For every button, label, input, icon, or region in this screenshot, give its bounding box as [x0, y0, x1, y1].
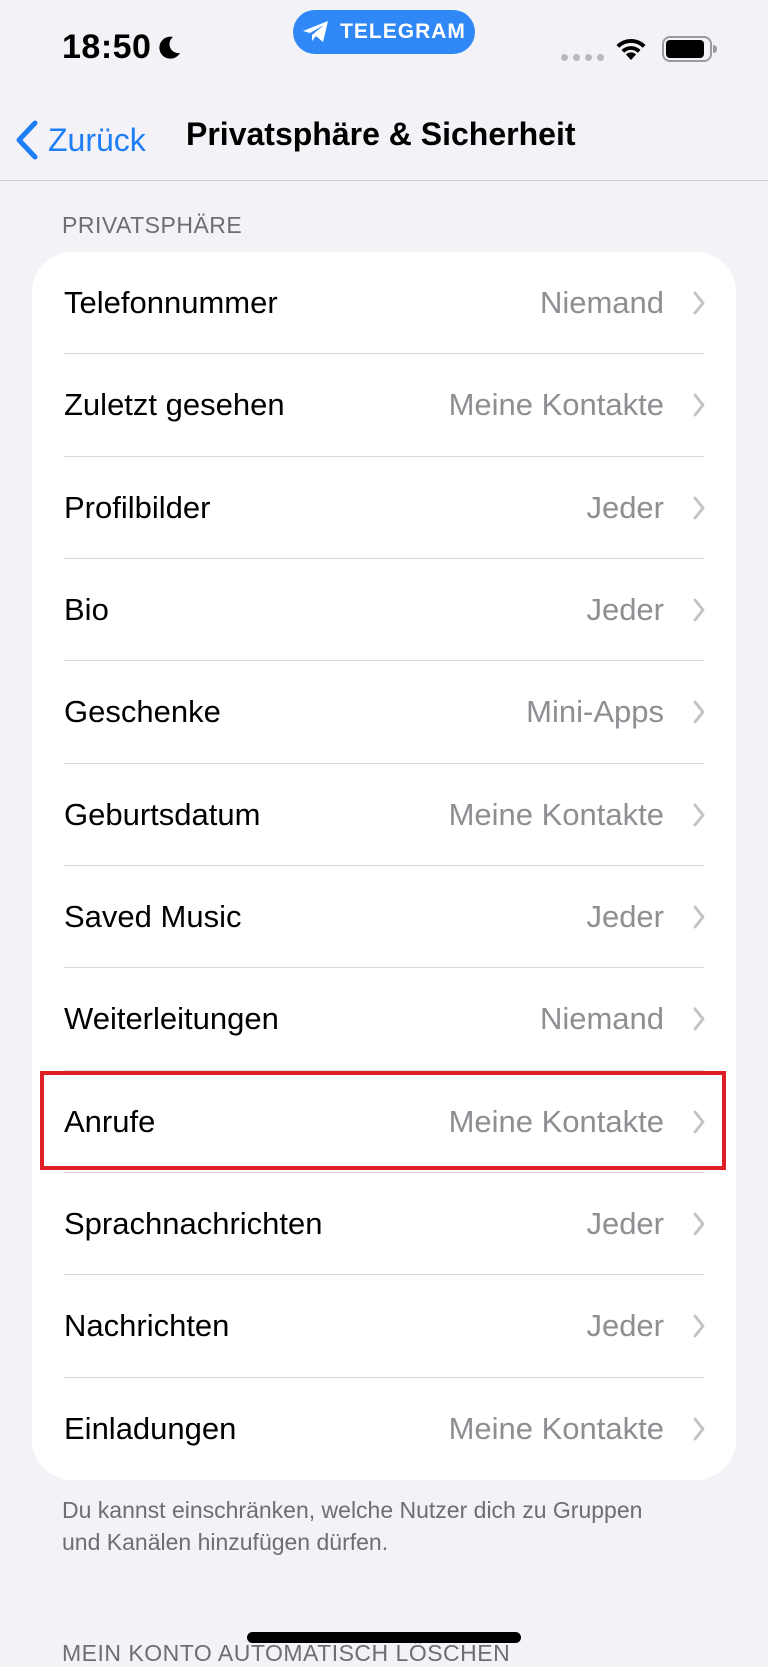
status-bar: 18:50 TELEGRAM [0, 0, 768, 104]
row-label: Saved Music [64, 899, 242, 935]
row-value: Meine Kontakte [448, 1410, 664, 1446]
privacy-row-invites[interactable]: Einladungen Meine Kontakte [32, 1378, 736, 1480]
row-value: Jeder [586, 1308, 664, 1344]
chevron-right-icon [693, 291, 705, 315]
privacy-row-gifts[interactable]: Geschenke Mini-Apps [32, 661, 736, 764]
row-label: Weiterleitungen [64, 1001, 279, 1037]
chevron-right-icon [693, 598, 705, 622]
privacy-row-last-seen[interactable]: Zuletzt gesehen Meine Kontakte [32, 354, 736, 457]
battery-icon [662, 36, 717, 62]
privacy-row-birthday[interactable]: Geburtsdatum Meine Kontakte [32, 764, 736, 866]
row-value: Mini-Apps [526, 694, 664, 730]
status-time-text: 18:50 [62, 28, 152, 66]
chevron-right-icon [693, 905, 705, 929]
back-button-label: Zurück [48, 121, 146, 158]
privacy-row-profile-photos[interactable]: Profilbilder Jeder [32, 457, 736, 559]
moon-icon [159, 36, 181, 59]
telegram-return-pill[interactable]: TELEGRAM [293, 10, 475, 54]
row-value: Meine Kontakte [448, 796, 664, 832]
row-value: Meine Kontakte [448, 1103, 664, 1139]
privacy-row-calls[interactable]: Anrufe Meine Kontakte [32, 1071, 736, 1173]
row-label: Geschenke [64, 694, 221, 730]
paper-plane-icon [303, 21, 329, 42]
privacy-row-messages[interactable]: Nachrichten Jeder [32, 1275, 736, 1378]
privacy-row-voice-messages[interactable]: Sprachnachrichten Jeder [32, 1173, 736, 1276]
row-label: Geburtsdatum [64, 796, 261, 832]
page-title: Privatsphäre & Sicherheit [186, 116, 576, 152]
chevron-left-icon [16, 120, 38, 160]
chevron-right-icon [693, 1314, 705, 1338]
chevron-right-icon [693, 1007, 705, 1031]
row-value: Meine Kontakte [448, 387, 664, 423]
status-time: 18:50 [62, 28, 183, 67]
chevron-right-icon [693, 1212, 705, 1236]
row-value: Jeder [586, 489, 664, 525]
privacy-footnote: Du kannst einschränken, welche Nutzer di… [62, 1497, 643, 1555]
chevron-right-icon [693, 700, 705, 724]
section-header-delete-account: MEIN KONTO AUTOMATISCH LÖSCHEN [62, 1640, 511, 1666]
row-label: Einladungen [64, 1410, 237, 1446]
privacy-row-forwarding[interactable]: Weiterleitungen Niemand [32, 968, 736, 1071]
row-value: Niemand [539, 1001, 664, 1037]
row-label: Bio [64, 592, 109, 628]
chevron-right-icon [693, 1417, 705, 1441]
section-header-privacy: PRIVATSPHÄRE [62, 212, 243, 238]
row-label: Profilbilder [64, 489, 211, 525]
row-label: Zuletzt gesehen [64, 387, 285, 423]
chevron-right-icon [693, 1110, 705, 1134]
row-label: Sprachnachrichten [64, 1206, 323, 1242]
row-label: Telefonnummer [64, 285, 278, 321]
wifi-icon [616, 38, 646, 60]
chevron-right-icon [693, 496, 705, 520]
row-label: Nachrichten [64, 1308, 230, 1344]
privacy-settings-list: Telefonnummer Niemand Zuletzt gesehen Me… [32, 252, 736, 1480]
row-value: Jeder [586, 592, 664, 628]
chevron-right-icon [693, 393, 705, 417]
privacy-row-phone-number[interactable]: Telefonnummer Niemand [32, 252, 736, 355]
chevron-right-icon [693, 803, 705, 827]
row-value: Jeder [586, 899, 664, 935]
cellular-signal-icon [561, 54, 604, 61]
row-value: Jeder [586, 1206, 664, 1242]
telegram-pill-label: TELEGRAM [340, 20, 466, 43]
navigation-bar: Zurück Privatsphäre & Sicherheit [0, 104, 768, 181]
home-indicator[interactable] [247, 1632, 521, 1643]
row-label: Anrufe [64, 1103, 156, 1139]
privacy-row-saved-music[interactable]: Saved Music Jeder [32, 866, 736, 969]
back-button[interactable]: Zurück [14, 112, 146, 168]
row-value: Niemand [539, 285, 664, 321]
privacy-row-bio[interactable]: Bio Jeder [32, 559, 736, 662]
